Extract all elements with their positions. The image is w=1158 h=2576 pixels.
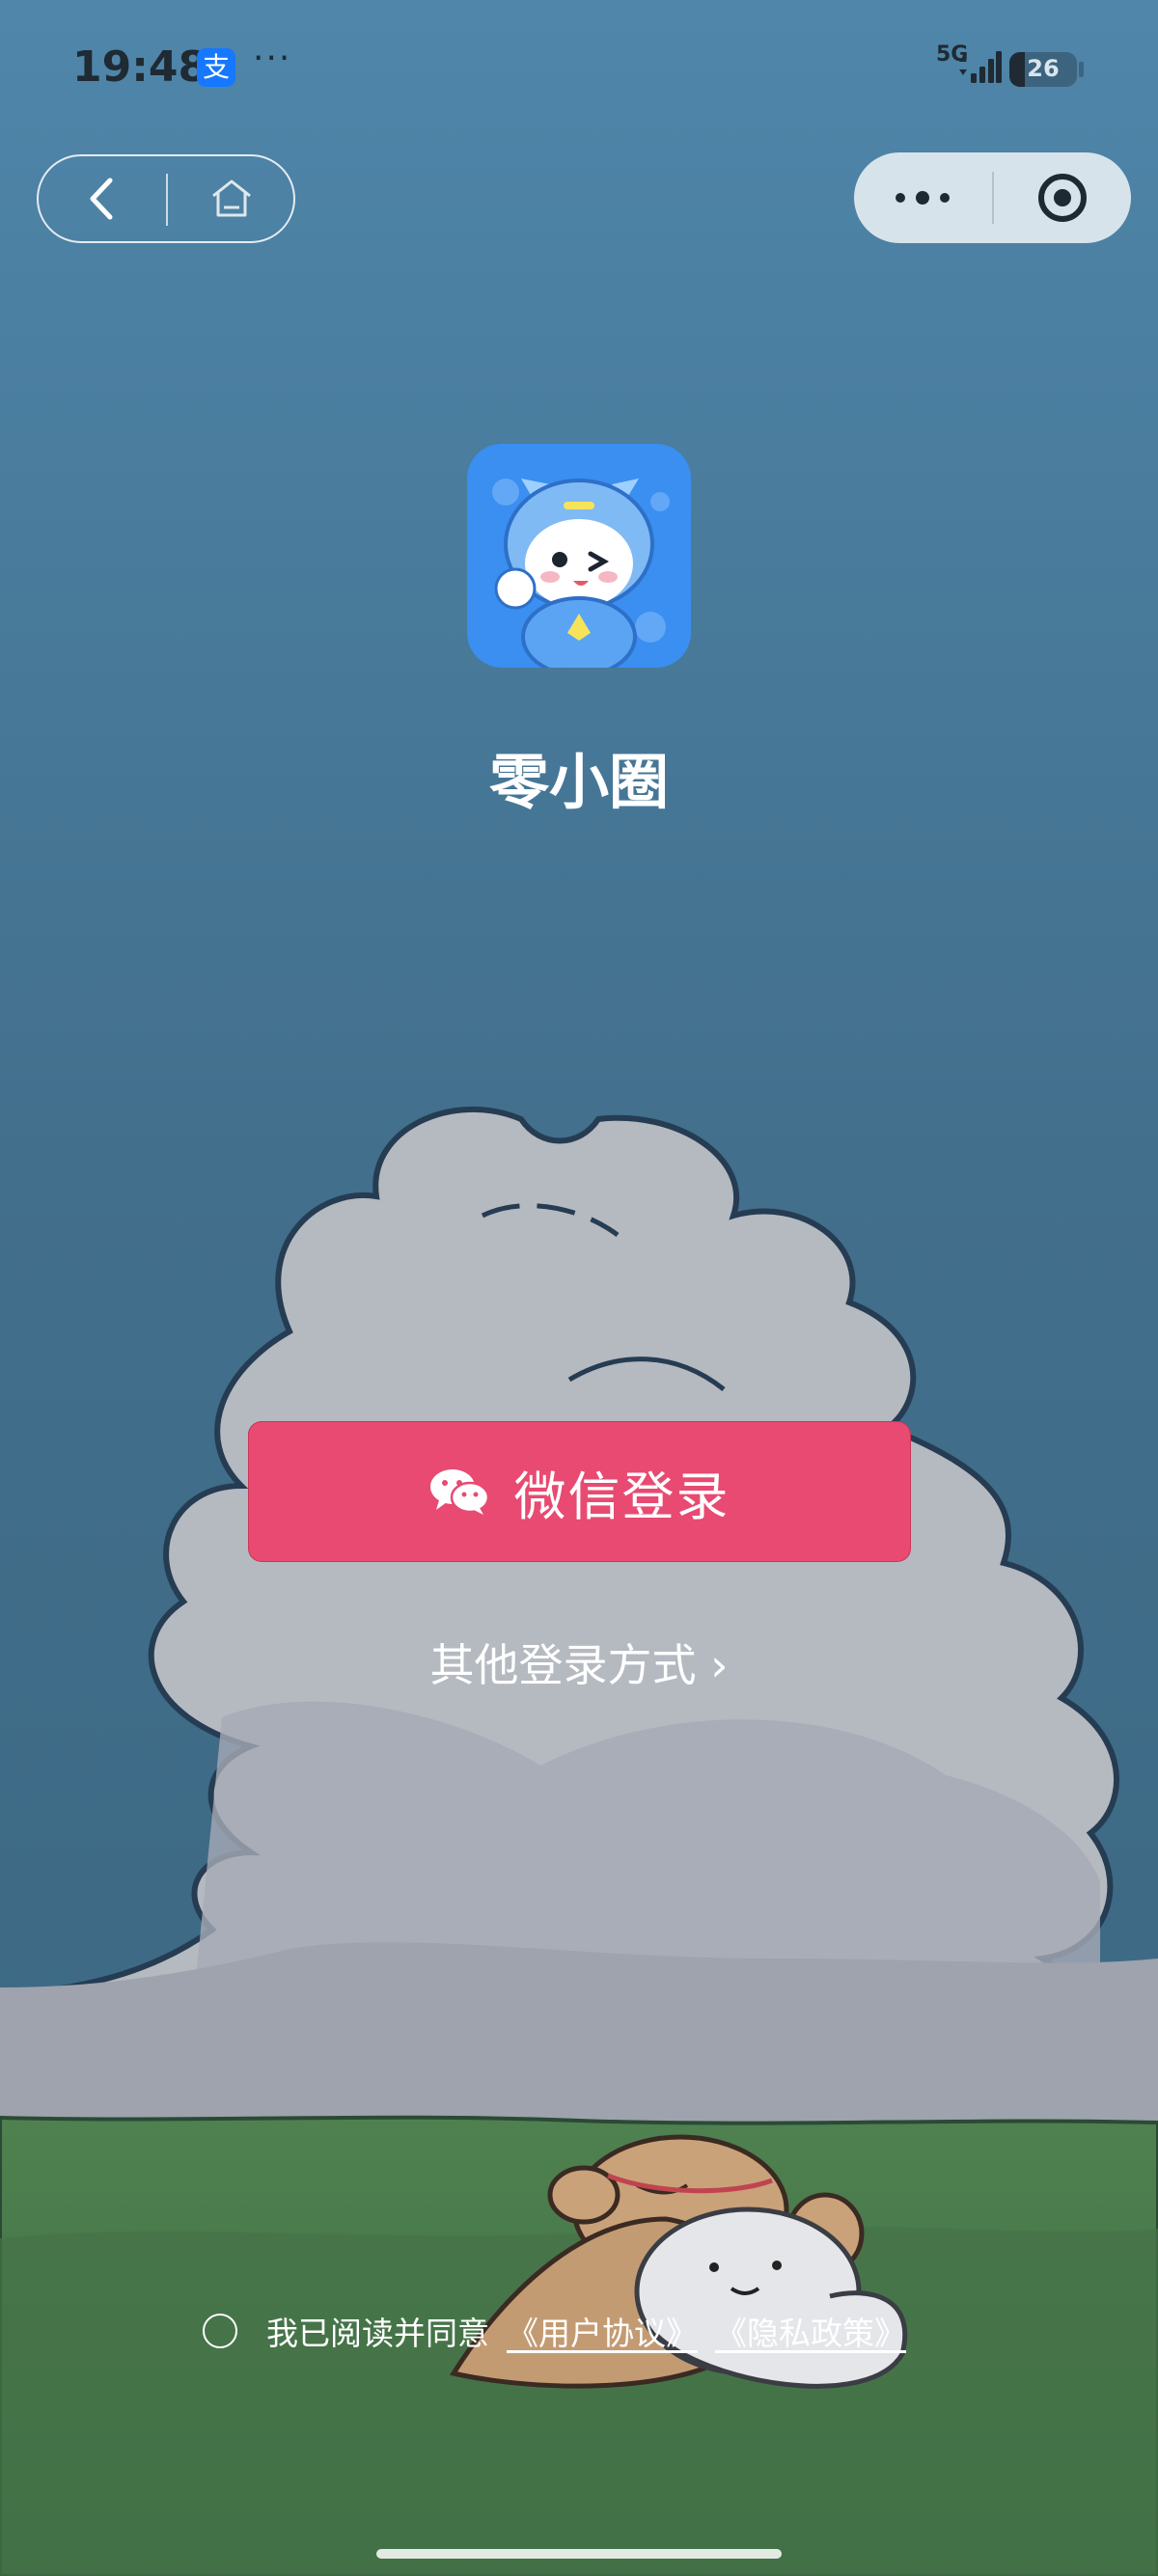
status-more-dots: ···	[253, 39, 292, 78]
more-dots-icon	[896, 191, 950, 205]
agreement-checkbox[interactable]	[203, 2314, 237, 2348]
signal-icon	[959, 51, 1002, 83]
wechat-icon	[429, 1469, 489, 1515]
wechat-login-button[interactable]: 微信登录	[248, 1421, 911, 1562]
app-logo	[467, 444, 691, 668]
nav-capsule	[37, 154, 295, 243]
background-illustration	[0, 0, 1158, 2576]
battery-icon: 26	[1009, 52, 1077, 87]
more-menu-button[interactable]	[854, 152, 993, 243]
agreement-row: 我已阅读并同意 《用户协议》 《隐私政策》	[203, 2308, 906, 2354]
alipay-icon: 支	[197, 48, 235, 87]
agreement-text: 我已阅读并同意	[266, 2315, 489, 2352]
battery-tip	[1079, 62, 1084, 77]
app-name: 零小圈	[488, 747, 669, 817]
user-agreement-link[interactable]: 《用户协议》	[507, 2308, 698, 2354]
back-button[interactable]	[39, 156, 164, 241]
close-miniapp-button[interactable]	[994, 152, 1131, 243]
wechat-login-label: 微信登录	[513, 1466, 731, 1527]
chevron-left-icon	[90, 178, 113, 220]
home-icon	[212, 179, 251, 217]
home-button[interactable]	[170, 156, 293, 241]
home-indicator[interactable]	[376, 2549, 782, 2559]
target-close-icon	[1038, 174, 1087, 222]
privacy-policy-link[interactable]: 《隐私政策》	[715, 2308, 906, 2354]
other-login-link[interactable]: 其他登录方式 ›	[0, 1631, 1158, 1694]
menu-capsule	[854, 152, 1131, 243]
nav-divider	[166, 174, 168, 226]
battery-level: 26	[1027, 55, 1060, 82]
status-time: 19:48	[72, 42, 208, 92]
